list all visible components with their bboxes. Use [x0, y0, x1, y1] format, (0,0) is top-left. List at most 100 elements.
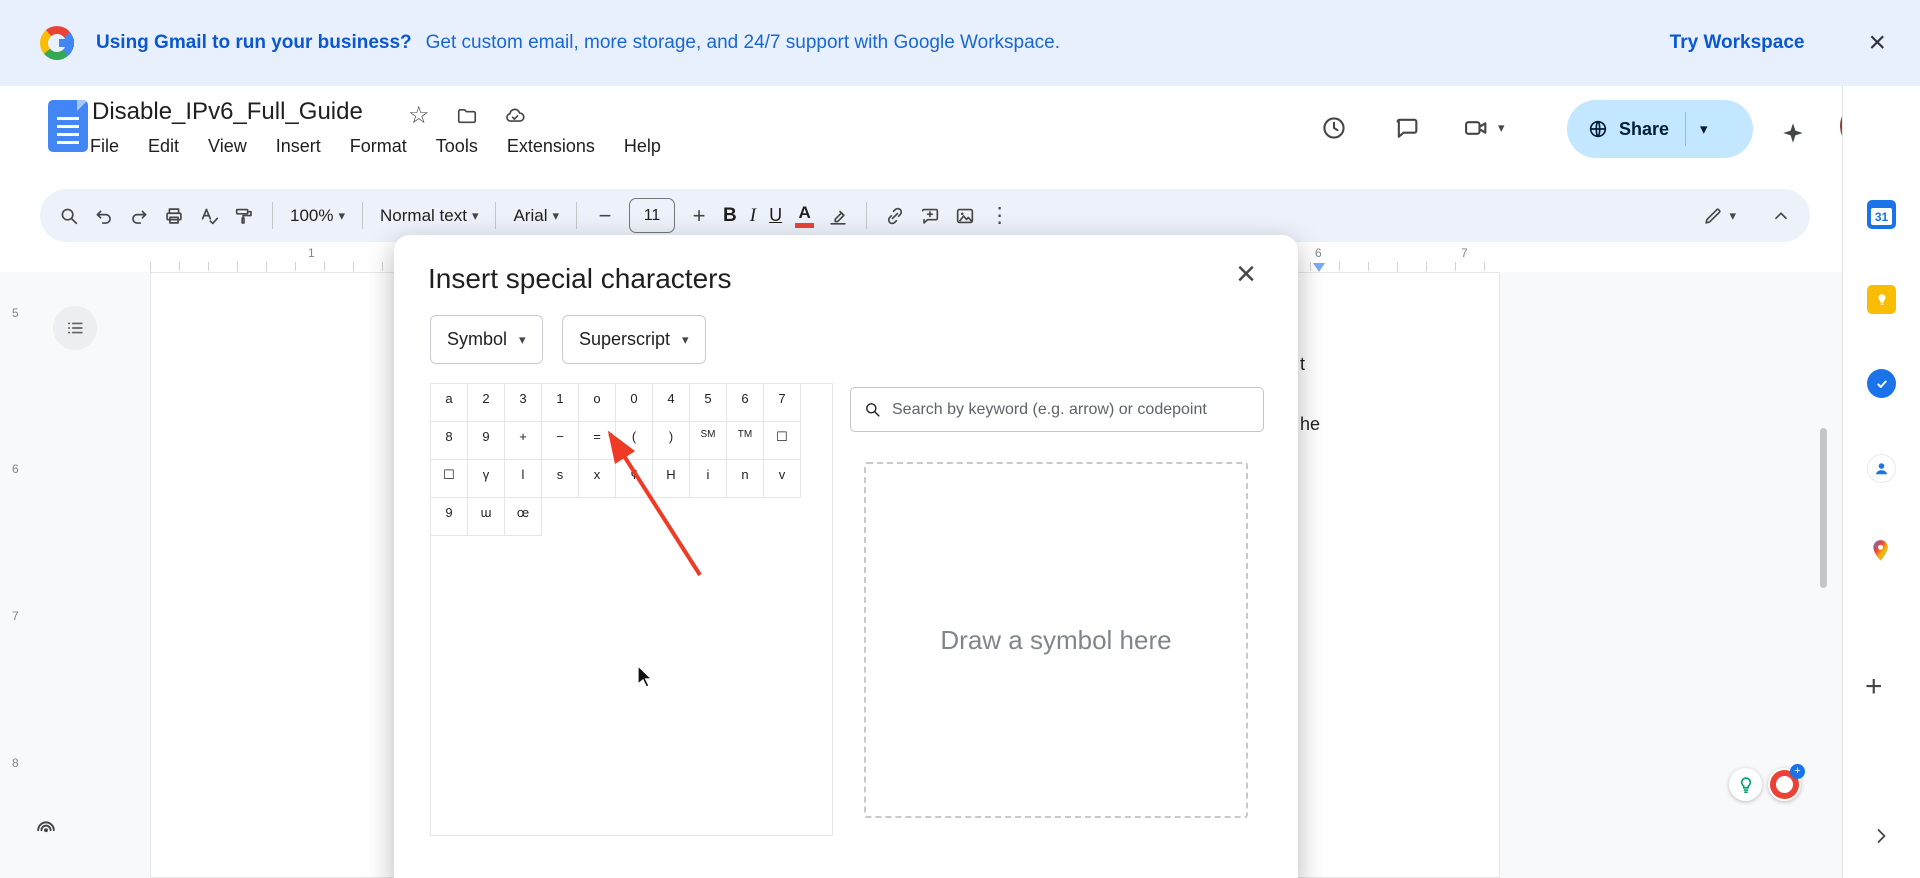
meet-video-call-button[interactable]: ▾ — [1462, 114, 1505, 142]
indent-marker[interactable] — [1313, 263, 1325, 272]
share-caret-icon[interactable]: ▾ — [1700, 120, 1708, 138]
gemini-icon[interactable] — [1780, 120, 1806, 151]
char-cell[interactable]: 1 — [542, 384, 579, 422]
menu-format[interactable]: Format — [350, 136, 407, 157]
char-cell[interactable]: n — [727, 460, 764, 498]
paragraph-style-select[interactable]: Normal text▾ — [380, 206, 478, 226]
subcategory-caret-icon: ▾ — [682, 332, 689, 348]
char-cell[interactable]: − — [542, 422, 579, 460]
show-outline-button[interactable] — [53, 306, 97, 350]
paint-format-icon[interactable] — [233, 205, 255, 227]
menu-file[interactable]: File — [90, 136, 119, 157]
subcategory-dropdown[interactable]: Superscript ▾ — [562, 315, 706, 364]
char-cell[interactable]: 0 — [616, 384, 653, 422]
char-cell[interactable]: s — [542, 460, 579, 498]
decrease-font-size-button[interactable]: − — [594, 203, 616, 229]
increase-font-size-button[interactable]: + — [688, 203, 710, 229]
char-cell[interactable]: = — [579, 422, 616, 460]
char-cell[interactable]: 8 — [431, 422, 468, 460]
char-cell[interactable]: + — [505, 422, 542, 460]
symbol-draw-area[interactable]: Draw a symbol here — [864, 462, 1248, 818]
symbol-search-input[interactable] — [890, 400, 1263, 420]
menu-help[interactable]: Help — [624, 136, 661, 157]
char-cell[interactable]: 7 — [764, 384, 801, 422]
banner-close-icon[interactable]: × — [1868, 28, 1886, 58]
char-cell[interactable]: ☐ — [764, 422, 801, 460]
dialog-close-icon[interactable]: × — [1236, 257, 1256, 291]
docs-app-icon[interactable] — [48, 100, 88, 152]
explore-icon[interactable] — [26, 808, 66, 848]
font-size-input[interactable]: 11 — [629, 198, 675, 233]
tasks-icon[interactable] — [1867, 369, 1896, 398]
menu-view[interactable]: View — [208, 136, 247, 157]
more-options-icon[interactable]: ⋮ — [989, 203, 1010, 228]
underline-button[interactable]: U — [769, 205, 782, 226]
print-icon[interactable] — [163, 205, 185, 227]
spelling-check-icon[interactable] — [198, 205, 220, 227]
share-button[interactable]: Share ▾ — [1567, 100, 1753, 158]
hide-menus-icon[interactable] — [1770, 205, 1792, 227]
char-cell[interactable]: i — [690, 460, 727, 498]
char-cell[interactable]: ) — [653, 422, 690, 460]
char-cell[interactable]: 5 — [690, 384, 727, 422]
char-cell[interactable]: x — [579, 460, 616, 498]
char-cell[interactable]: 2 — [468, 384, 505, 422]
char-cell[interactable]: 4 — [653, 384, 690, 422]
vertical-scrollbar[interactable] — [1820, 428, 1827, 588]
redo-icon[interactable] — [128, 205, 150, 227]
star-icon[interactable]: ☆ — [408, 104, 430, 128]
menu-tools[interactable]: Tools — [436, 136, 478, 157]
italic-button[interactable]: I — [750, 205, 756, 227]
char-cell[interactable]: a — [431, 384, 468, 422]
char-cell[interactable]: TM — [727, 422, 764, 460]
side-panel-add-icon[interactable]: + — [1865, 672, 1883, 702]
menu-extensions[interactable]: Extensions — [507, 136, 595, 157]
char-cell[interactable]: SM — [690, 422, 727, 460]
extension-badge-red[interactable]: + — [1768, 768, 1801, 801]
version-history-icon[interactable] — [1320, 114, 1348, 142]
char-cell[interactable]: v — [764, 460, 801, 498]
menu-insert[interactable]: Insert — [276, 136, 321, 157]
side-panel-collapse-icon[interactable] — [1869, 824, 1893, 848]
text-color-button[interactable]: A — [795, 204, 814, 228]
char-cell[interactable]: ɯ — [468, 498, 505, 536]
char-cell[interactable]: 3 — [505, 384, 542, 422]
char-cell[interactable]: ʕ — [616, 460, 653, 498]
extension-badge-bulb[interactable] — [1729, 768, 1762, 801]
try-workspace-link[interactable]: Try Workspace — [1670, 32, 1805, 54]
char-cell[interactable]: 9 — [431, 498, 468, 536]
undo-icon[interactable] — [93, 205, 115, 227]
keep-icon[interactable] — [1867, 285, 1896, 314]
side-panel: 31 + — [1842, 86, 1920, 878]
char-cell[interactable]: ( — [616, 422, 653, 460]
insert-image-icon[interactable] — [954, 205, 976, 227]
char-cell[interactable]: l — [505, 460, 542, 498]
search-menus-icon[interactable] — [58, 205, 80, 227]
font-family-select[interactable]: Arial▾ — [513, 206, 559, 226]
comments-icon[interactable] — [1393, 114, 1421, 142]
char-cell[interactable]: ☐ — [431, 460, 468, 498]
meet-caret-icon[interactable]: ▾ — [1498, 120, 1505, 136]
bold-button[interactable]: B — [723, 205, 737, 227]
share-label: Share — [1619, 119, 1669, 140]
char-cell[interactable]: 9 — [468, 422, 505, 460]
category-dropdown[interactable]: Symbol ▾ — [430, 315, 543, 364]
document-title[interactable]: Disable_IPv6_Full_Guide — [92, 98, 363, 126]
char-cell[interactable]: γ — [468, 460, 505, 498]
add-comment-icon[interactable] — [919, 205, 941, 227]
move-folder-icon[interactable] — [456, 105, 478, 127]
insert-link-icon[interactable] — [884, 205, 906, 227]
google-docs-window: Using Gmail to run your business? Get cu… — [0, 0, 1920, 878]
calendar-icon[interactable]: 31 — [1867, 200, 1896, 229]
zoom-select[interactable]: 100%▾ — [290, 206, 345, 226]
char-cell[interactable]: 6 — [727, 384, 764, 422]
char-cell[interactable]: œ — [505, 498, 542, 536]
char-cell-superscript-o[interactable]: o — [579, 384, 616, 422]
editing-mode-select[interactable]: ▾ — [1702, 205, 1736, 227]
contacts-icon[interactable] — [1867, 454, 1896, 483]
menu-edit[interactable]: Edit — [148, 136, 179, 157]
maps-icon[interactable] — [1867, 537, 1896, 566]
document-status-cloud-icon[interactable] — [504, 105, 526, 127]
highlight-color-icon[interactable] — [827, 205, 849, 227]
char-cell[interactable]: H — [653, 460, 690, 498]
